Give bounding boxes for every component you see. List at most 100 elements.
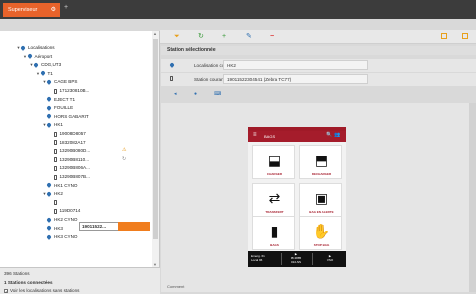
tile-label: BAG EN ALERTE bbox=[309, 210, 334, 214]
app-body: ▼ Localisations ▼ Aéroport ▼ CDG,UT3 ▼ T1 ▼ CAGE … bbox=[0, 19, 476, 294]
device-icon bbox=[53, 148, 57, 154]
tree-location-item[interactable]: EJECT T1 bbox=[42, 96, 75, 104]
refresh-icon[interactable]: ↻ bbox=[198, 32, 204, 41]
device-icon bbox=[53, 200, 57, 206]
tree-location-item[interactable]: ▼ CAGE BPS bbox=[42, 78, 78, 86]
tree-location-item[interactable]: HK3 CYNO bbox=[42, 233, 78, 241]
tree-scrollbar[interactable]: ▲ ▼ bbox=[152, 31, 159, 267]
location-pin-icon bbox=[28, 54, 32, 59]
flight-info[interactable]: ▶ IB 2885 01/LNS bbox=[285, 252, 307, 264]
device-icon bbox=[170, 76, 173, 81]
tree-item-label: HK1 CYNO bbox=[54, 182, 78, 188]
tree-location-item[interactable]: ▼ CDG,UT3 bbox=[29, 61, 62, 69]
tile-bags[interactable]: ▮ BAGS bbox=[252, 216, 295, 250]
location-pin-icon bbox=[47, 235, 51, 240]
search-icon[interactable]: 🔍 bbox=[326, 132, 332, 138]
tree-item-label: 13290B080D... bbox=[59, 148, 91, 154]
tree-item-label: HK2 bbox=[54, 191, 63, 197]
tree-station-item[interactable]: 1832082A17 bbox=[49, 139, 86, 147]
location-pin-icon bbox=[34, 63, 38, 68]
tile-stop-bag[interactable]: ✋ STOP BAG bbox=[299, 216, 342, 250]
tree-station-item[interactable]: 13290B807B... bbox=[49, 173, 90, 181]
keyboard-icon[interactable]: ⌨ bbox=[214, 91, 221, 97]
tree-item-label: Aéroport bbox=[34, 53, 53, 59]
tree-location-item[interactable]: ▼ HK1 bbox=[42, 121, 63, 129]
tree-location-item[interactable]: ▼ Aéroport bbox=[23, 53, 53, 61]
bottom-divider bbox=[312, 253, 313, 265]
tile-label: DECHARGER bbox=[311, 172, 332, 176]
tree-item-label: HK3 CYNO bbox=[54, 234, 78, 240]
tree-location-item[interactable]: HORS GABARIT bbox=[42, 113, 89, 121]
tree-item-label: HK3 bbox=[54, 225, 63, 231]
device-screen[interactable]: ≡ BAGS 🔍 👥 ⬓ CHARGER ⬒ DECHARGER ⇄ TRANS… bbox=[248, 127, 346, 267]
show-empty-locations-checkbox[interactable]: ✓ Voir les localisations sans stations bbox=[4, 288, 79, 293]
tile-decharger[interactable]: ⬒ DECHARGER bbox=[299, 145, 342, 179]
local-count: Local 96 bbox=[251, 258, 263, 262]
tree-station-item[interactable] bbox=[49, 199, 60, 207]
tree-station-item[interactable]: 171230810B... bbox=[49, 87, 90, 95]
selected-station-field[interactable]: 19011522... bbox=[79, 222, 119, 231]
tab-settings-icon[interactable]: ⚙ bbox=[51, 6, 56, 13]
add-icon[interactable]: + bbox=[222, 32, 226, 41]
device-icon bbox=[53, 131, 57, 137]
tree-location-item[interactable]: ▼ HK2 bbox=[42, 190, 63, 198]
stop-hand-icon: ✋ bbox=[312, 223, 331, 239]
vso-info[interactable]: ▶ VSO bbox=[320, 254, 340, 262]
tree-item-label: 171230810B... bbox=[59, 88, 90, 93]
edit-icon[interactable]: ✎ bbox=[246, 32, 252, 41]
users-icon[interactable]: 👥 bbox=[334, 132, 340, 138]
tree-location-item[interactable]: ▼ Localisations bbox=[16, 44, 55, 52]
location-pin-icon bbox=[47, 183, 51, 188]
scroll-up-icon[interactable]: ▲ bbox=[153, 31, 157, 36]
tree-station-item[interactable]: 119D0714 bbox=[49, 207, 80, 215]
tree-station-item[interactable]: 13290B806A... bbox=[49, 164, 90, 172]
device-icon bbox=[53, 174, 57, 180]
tree-location-item[interactable]: ▼ T1 bbox=[36, 70, 53, 78]
add-tab-icon[interactable]: + bbox=[64, 4, 68, 11]
decharger-icon: ⬒ bbox=[314, 152, 329, 168]
filter-icon[interactable]: ⏷ bbox=[174, 32, 180, 41]
tile-label: CHARGER bbox=[266, 172, 283, 176]
title-bar: Superviseur ⚙ + bbox=[0, 0, 476, 19]
tile-label: BAGS bbox=[270, 243, 279, 247]
tile-transfert[interactable]: ⇄ TRANSFERT bbox=[252, 183, 295, 217]
remove-icon[interactable]: − bbox=[270, 32, 274, 41]
tree-item-label: HK1 bbox=[54, 122, 63, 128]
location-pin-icon bbox=[47, 123, 51, 128]
view-icon[interactable]: ● bbox=[194, 91, 197, 97]
tree-location-item[interactable]: FOUILLE bbox=[42, 104, 73, 112]
settings-square-icon[interactable] bbox=[462, 33, 468, 39]
checkbox-icon[interactable]: ✓ bbox=[4, 288, 8, 293]
device-icon bbox=[53, 208, 57, 214]
hamburger-menu-icon[interactable]: ≡ bbox=[253, 132, 257, 138]
scrollbar-thumb[interactable] bbox=[153, 39, 158, 239]
vso-label: VSO bbox=[326, 258, 334, 262]
device-icon bbox=[53, 157, 57, 163]
tree-location-item[interactable]: HK3 bbox=[42, 225, 63, 233]
tree-location-item[interactable]: HK1 CYNO bbox=[42, 182, 78, 190]
tree-item-label: 13290B8110... bbox=[59, 156, 90, 162]
tree-item-label: Localisations bbox=[28, 45, 55, 50]
device-app-header: ≡ BAGS 🔍 👥 bbox=[248, 131, 346, 142]
tree-station-item[interactable]: 13290B8110... bbox=[49, 156, 90, 164]
device-icon bbox=[53, 140, 57, 146]
location-tree: ▼ Localisations ▼ Aéroport ▼ CDG,UT3 ▼ T1 ▼ CAGE … bbox=[0, 31, 152, 267]
right-toolbar: ⏷ ↻ + ✎ − bbox=[160, 30, 476, 44]
location-pin-icon bbox=[47, 114, 51, 119]
tree-item-label: CAGE BPS bbox=[54, 79, 78, 85]
tile-charger[interactable]: ⬓ CHARGER bbox=[252, 145, 295, 179]
tree-location-item[interactable]: HK2 CYNO bbox=[42, 216, 78, 224]
tab-label: Superviseur bbox=[8, 7, 38, 13]
tree-station-item[interactable]: 19008D8057 bbox=[49, 130, 86, 138]
tree-item-label: HK2 CYNO bbox=[54, 217, 78, 222]
back-icon[interactable]: ◂ bbox=[174, 91, 177, 97]
tree-station-item[interactable]: 13290B080D... bbox=[49, 147, 91, 155]
checkbox-label: Voir les localisations sans stations bbox=[10, 288, 80, 293]
tab-superviseur[interactable]: Superviseur ⚙ bbox=[3, 3, 60, 17]
export-icon[interactable] bbox=[441, 33, 447, 39]
device-app-title: BAGS bbox=[264, 134, 276, 139]
tile-bag-alert[interactable]: ▣ BAG EN ALERTE bbox=[299, 183, 342, 217]
tree-item-label: 13290B807B... bbox=[59, 174, 90, 179]
tree-footer: 396 Stations 1 Stations connectées ✓ Voi… bbox=[0, 267, 160, 294]
location-pin-icon bbox=[47, 192, 51, 197]
